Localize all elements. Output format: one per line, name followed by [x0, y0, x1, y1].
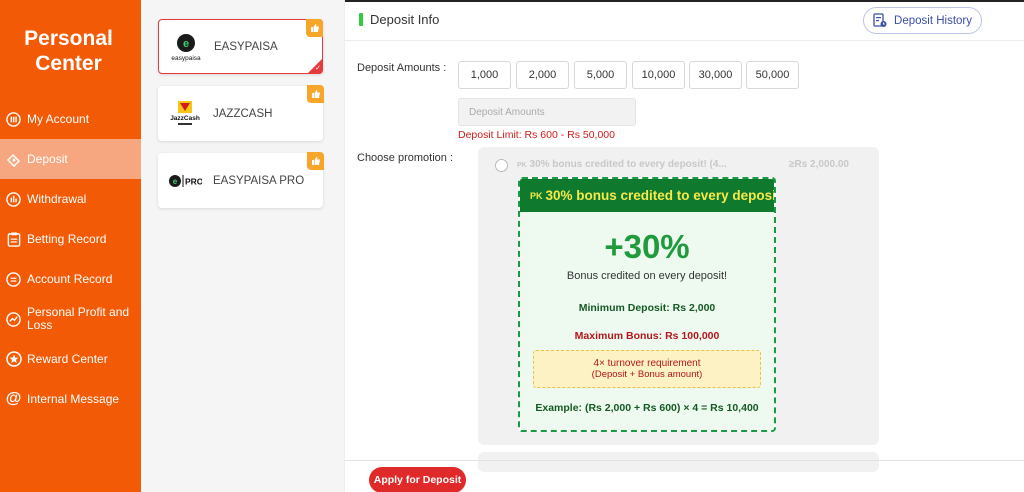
- sidebar-item-internal-message[interactable]: @ Internal Message: [0, 379, 141, 419]
- promotion-body: +30% Bonus credited on every deposit! Mi…: [520, 212, 774, 430]
- sidebar-title: Personal Center: [24, 27, 113, 75]
- footer-divider: [345, 460, 1024, 461]
- promotion-radio[interactable]: [495, 159, 508, 172]
- amount-option-2000[interactable]: 2,000: [516, 61, 569, 89]
- promotion-option-minimum: ≥Rs 2,000.00: [789, 159, 849, 170]
- top-border: [345, 0, 1024, 2]
- sidebar-nav: My Account Deposit Withdrawal Betting Re…: [0, 99, 141, 419]
- example-calculation: Example: (Rs 2,000 + Rs 600) × 4 = Rs 10…: [535, 402, 759, 414]
- sidebar-item-reward-center[interactable]: Reward Center: [0, 339, 141, 379]
- payment-card-label: EASYPAISA PRO: [213, 174, 305, 187]
- deposit-icon: [5, 151, 22, 168]
- divider: [345, 40, 1024, 41]
- apply-deposit-button[interactable]: Apply for Deposit: [369, 467, 466, 492]
- payment-card-label: JAZZCASH: [213, 107, 273, 120]
- sidebar: Personal Center My Account Deposit Withd…: [0, 0, 141, 492]
- check-icon: ✓: [315, 65, 321, 72]
- deposit-history-label: Deposit History: [894, 14, 972, 27]
- svg-text:e: e: [173, 177, 178, 186]
- minimum-deposit-text: Minimum Deposit: Rs 2,000: [578, 302, 716, 314]
- svg-text:easypaisa: easypaisa: [171, 55, 201, 62]
- payment-method-list: e easypaisa EASYPAISA ✓ JazzCash JAZZCAS…: [141, 0, 345, 492]
- payment-card-jazzcash[interactable]: JazzCash JAZZCASH: [158, 85, 324, 141]
- promotion-option-title: PK 30% bonus credited to every deposit! …: [517, 159, 727, 170]
- jazzcash-logo: JazzCash: [167, 96, 203, 132]
- promotion-banner: PK 30% bonus credited to every deposit!: [520, 179, 774, 212]
- profit-loss-icon: [5, 311, 22, 328]
- sidebar-item-personal-profit-loss[interactable]: Personal Profit and Loss: [0, 299, 141, 339]
- payment-card-easypaisa-pro[interactable]: e PRO EASYPAISA PRO: [158, 152, 324, 208]
- deposit-amounts-label: Deposit Amounts :: [357, 62, 447, 74]
- payment-card-label: EASYPAISA: [214, 40, 278, 53]
- withdrawal-icon: [5, 191, 22, 208]
- svg-text:PRO: PRO: [185, 176, 202, 186]
- deposit-amount-input[interactable]: Deposit Amounts: [458, 98, 636, 126]
- sidebar-item-my-account[interactable]: My Account: [0, 99, 141, 139]
- message-icon: @: [5, 390, 22, 407]
- amount-option-10000[interactable]: 10,000: [632, 61, 685, 89]
- amount-option-30000[interactable]: 30,000: [689, 61, 742, 89]
- page-title: Deposit Info: [370, 12, 440, 27]
- svg-text:e: e: [183, 38, 189, 50]
- easypaisa-logo: e easypaisa: [168, 29, 204, 65]
- turnover-note: 4× turnover requirement (Deposit + Bonus…: [533, 350, 761, 388]
- deposit-limit-text: Deposit Limit: Rs 600 - Rs 50,000: [458, 129, 615, 141]
- thumbs-up-badge-icon: [307, 85, 324, 103]
- easypaisa-pro-logo: e PRO: [167, 163, 203, 199]
- choose-promotion-label: Choose promotion :: [357, 152, 453, 164]
- history-icon: [873, 13, 887, 28]
- svg-text:JazzCash: JazzCash: [170, 115, 200, 122]
- thumbs-up-badge-icon: [307, 152, 324, 170]
- amount-option-50000[interactable]: 50,000: [746, 61, 799, 89]
- sidebar-item-deposit[interactable]: Deposit: [0, 139, 141, 179]
- sidebar-item-withdrawal[interactable]: Withdrawal: [0, 179, 141, 219]
- section-marker: [359, 13, 363, 26]
- bonus-subtitle: Bonus credited on every deposit!: [566, 270, 728, 282]
- thumbs-up-badge-icon: [306, 19, 323, 37]
- amount-option-1000[interactable]: 1,000: [458, 61, 511, 89]
- amount-option-5000[interactable]: 5,000: [574, 61, 627, 89]
- betting-record-icon: [5, 231, 22, 248]
- deposit-panel: Deposit Info Deposit History Deposit Amo…: [345, 0, 1024, 492]
- promotion-detail-popup: PK 30% bonus credited to every deposit! …: [518, 177, 776, 432]
- deposit-history-button[interactable]: Deposit History: [863, 7, 982, 34]
- bonus-percent: +30%: [604, 228, 690, 265]
- sidebar-item-betting-record[interactable]: Betting Record: [0, 219, 141, 259]
- account-record-icon: [5, 271, 22, 288]
- sidebar-item-account-record[interactable]: Account Record: [0, 259, 141, 299]
- maximum-bonus-text: Maximum Bonus: Rs 100,000: [574, 330, 720, 342]
- payment-card-easypaisa[interactable]: e easypaisa EASYPAISA ✓: [158, 19, 323, 74]
- promotion-option-card-2[interactable]: [478, 452, 879, 472]
- reward-icon: [5, 351, 22, 368]
- account-icon: [5, 111, 22, 128]
